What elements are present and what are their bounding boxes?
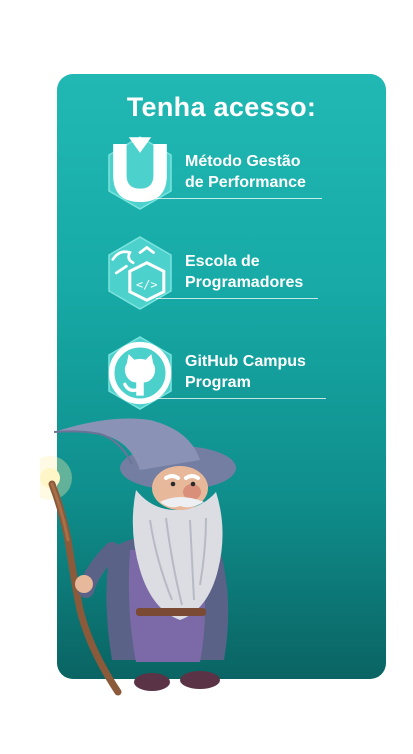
divider-line (156, 198, 322, 199)
hexagon-badge (106, 135, 174, 211)
code-hexagon-icon: </> (111, 245, 166, 302)
benefit-label: Escola de Programadores (185, 253, 304, 291)
svg-text:</>: </> (136, 277, 157, 291)
divider-line (156, 298, 318, 299)
hexagon-badge: </> (106, 235, 174, 311)
shield-u-logo-icon (113, 137, 167, 203)
benefit-label: Método Gestão de Performance (185, 153, 306, 191)
divider-line (156, 398, 326, 399)
benefit-label: GitHub Campus Program (185, 353, 306, 391)
benefit-item-escola-programadores: </> Escola de Programadores (106, 235, 326, 315)
benefit-item-metodo-gestao: Método Gestão de Performance (106, 135, 326, 215)
wizard-illustration (40, 418, 236, 696)
card-title: Tenha acesso: (126, 92, 317, 122)
